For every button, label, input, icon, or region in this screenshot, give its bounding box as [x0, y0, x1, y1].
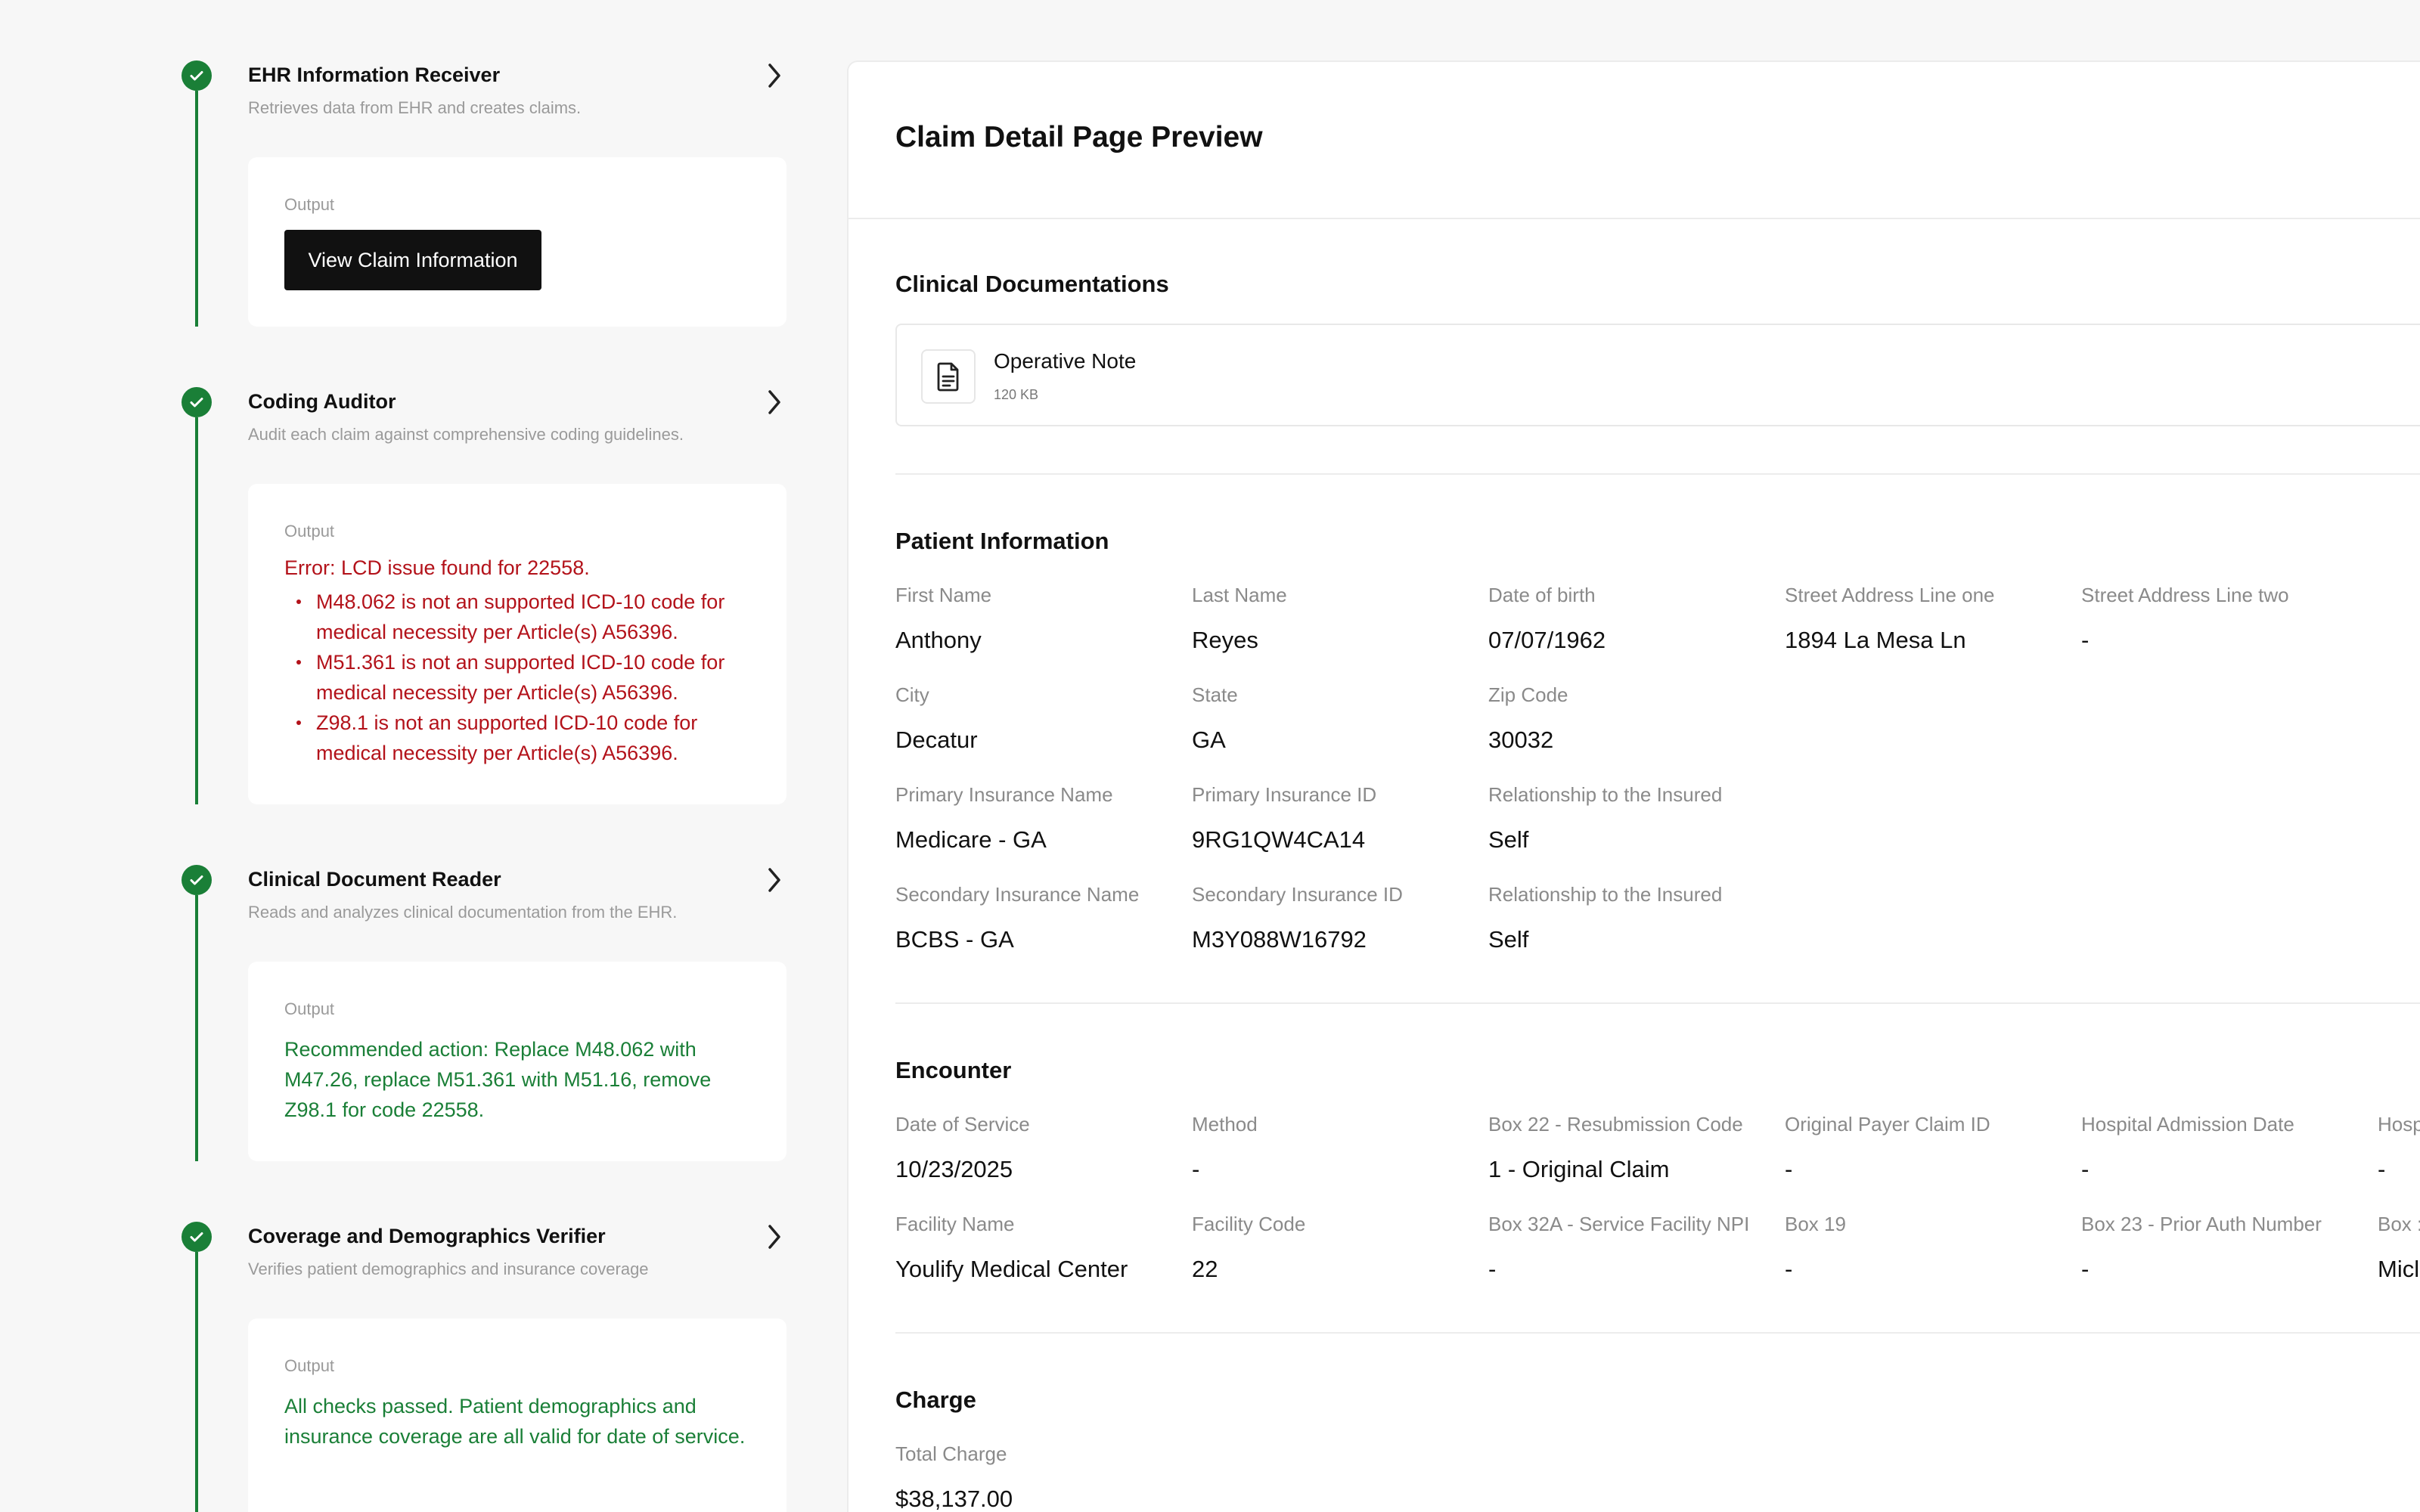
step-description: Retrieves data from EHR and creates clai…: [248, 98, 582, 117]
chevron-right-icon[interactable]: [764, 60, 785, 91]
step-title: Coding Auditor: [248, 390, 396, 413]
field-street-address-one: Street Address Line one 1894 La Mesa Ln: [1785, 584, 1995, 653]
field-box-19: Box 19-: [1785, 1213, 1846, 1282]
divider: [895, 473, 2420, 475]
output-label: Output: [284, 522, 335, 541]
field-method: Method -: [1192, 1113, 1258, 1182]
step-description: Verifies patient demographics and insura…: [248, 1259, 649, 1278]
step-title: Coverage and Demographics Verifier: [248, 1225, 606, 1247]
step-connector: [195, 1252, 198, 1512]
error-item: Z98.1 is not an supported ICD-10 code fo…: [284, 708, 761, 768]
field-prior-auth-number: Box 23 - Prior Auth Number -: [2081, 1213, 2322, 1282]
section-title-charge: Charge: [895, 1387, 976, 1413]
field-facility-name: Facility Name Youlify Medical Center: [895, 1213, 1128, 1282]
section-title-encounter: Encounter: [895, 1057, 1012, 1083]
field-secondary-relationship: Relationship to the Insured Self: [1488, 883, 1723, 953]
step-connector: [195, 91, 198, 327]
field-resubmission-code: Box 22 - Resubmission Code 1 - Original C…: [1488, 1113, 1743, 1182]
output-card: Output Recommended action: Replace M48.0…: [248, 962, 786, 1161]
section-title-patient-information: Patient Information: [895, 528, 1109, 554]
output-card: Output All checks passed. Patient demogr…: [248, 1318, 786, 1512]
verification-result-text: All checks passed. Patient demographics …: [284, 1395, 746, 1448]
field-date-of-birth: Date of birth 07/07/1962: [1488, 584, 1606, 653]
field-total-charge: Total Charge $38,137.00: [895, 1442, 1013, 1512]
view-claim-information-button[interactable]: View Claim Information: [284, 230, 541, 290]
field-hosp-truncated: Hosp -: [2378, 1113, 2420, 1182]
document-card-operative-note[interactable]: Operative Note 120 KB: [895, 324, 2420, 426]
claim-detail-preview-panel: Claim Detail Page Preview Clinical Docum…: [847, 60, 2420, 1512]
step-description: Audit each claim against comprehensive c…: [248, 425, 684, 444]
field-primary-insurance-name: Primary Insurance Name Medicare - GA: [895, 783, 1113, 853]
step-connector: [195, 417, 198, 804]
check-circle-icon: [182, 387, 212, 417]
output-label: Output: [284, 195, 335, 214]
check-circle-icon: [182, 1222, 212, 1252]
field-primary-insurance-id: Primary Insurance ID 9RG1QW4CA14: [1192, 783, 1377, 853]
divider: [849, 218, 2420, 219]
field-primary-relationship: Relationship to the Insured Self: [1488, 783, 1723, 853]
field-secondary-insurance-name: Secondary Insurance Name BCBS - GA: [895, 883, 1140, 953]
section-title-clinical-documentations: Clinical Documentations: [895, 271, 1169, 297]
document-size: 120 KB: [994, 387, 1039, 402]
field-state: State GA: [1192, 683, 1238, 753]
field-original-payer-claim-id: Original Payer Claim ID -: [1785, 1113, 1990, 1182]
error-list: M48.062 is not an supported ICD-10 code …: [284, 587, 761, 768]
chevron-right-icon[interactable]: [764, 865, 785, 895]
check-circle-icon: [182, 60, 212, 91]
field-street-address-two: Street Address Line two -: [2081, 584, 2289, 653]
field-service-facility-npi: Box 32A - Service Facility NPI -: [1488, 1213, 1750, 1282]
field-box-truncated: Box : Micl: [2378, 1213, 2420, 1282]
field-secondary-insurance-id: Secondary Insurance ID M3Y088W16792: [1192, 883, 1403, 953]
document-icon: [921, 349, 976, 404]
error-item: M51.361 is not an supported ICD-10 code …: [284, 647, 761, 708]
field-hospital-admission-date: Hospital Admission Date -: [2081, 1113, 2294, 1182]
chevron-right-icon[interactable]: [764, 1222, 785, 1252]
output-label: Output: [284, 1356, 335, 1375]
workflow-pipeline: EHR Information Receiver Retrieves data …: [0, 0, 832, 1512]
check-circle-icon: [182, 865, 212, 895]
field-zip-code: Zip Code 30032: [1488, 683, 1568, 753]
document-name: Operative Note: [994, 349, 1137, 373]
divider: [895, 1332, 2420, 1334]
step-title: EHR Information Receiver: [248, 64, 501, 86]
output-label: Output: [284, 999, 335, 1018]
error-item: M48.062 is not an supported ICD-10 code …: [284, 587, 761, 647]
field-last-name: Last Name Reyes: [1192, 584, 1287, 653]
field-facility-code: Facility Code 22: [1192, 1213, 1306, 1282]
step-description: Reads and analyzes clinical documentatio…: [248, 903, 678, 922]
field-date-of-service: Date of Service 10/23/2025: [895, 1113, 1030, 1182]
output-card: Output View Claim Information: [248, 157, 786, 327]
step-connector: [195, 895, 198, 1161]
chevron-right-icon[interactable]: [764, 387, 785, 417]
error-title: Error: LCD issue found for 22558.: [284, 556, 590, 579]
recommended-action-text: Recommended action: Replace M48.062 with…: [284, 1038, 712, 1121]
step-title: Clinical Document Reader: [248, 868, 501, 891]
field-first-name: First Name Anthony: [895, 584, 992, 653]
output-card: Output Error: LCD issue found for 22558.…: [248, 484, 786, 804]
field-city: City Decatur: [895, 683, 978, 753]
page-title: Claim Detail Page Preview: [895, 121, 1263, 153]
divider: [895, 1002, 2420, 1004]
